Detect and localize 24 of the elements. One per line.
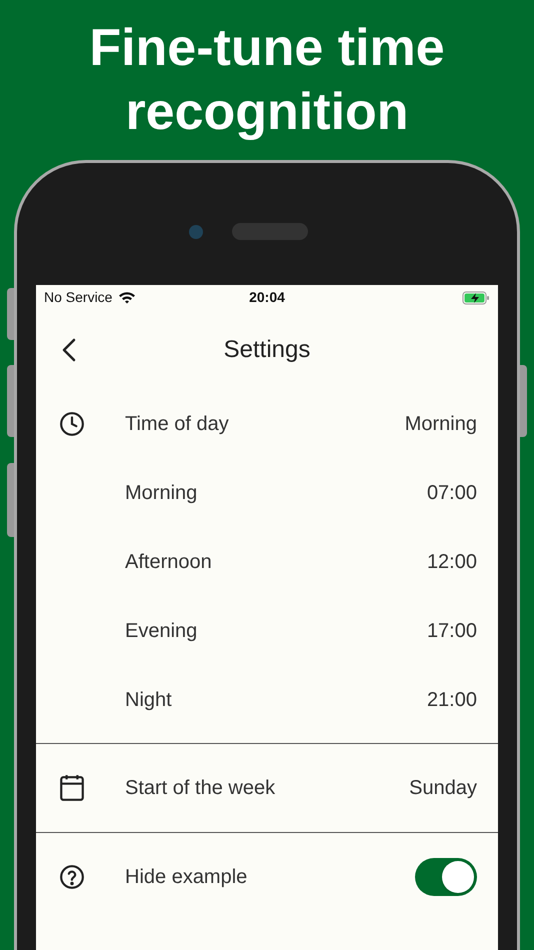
carrier-label: No Service [44, 288, 112, 307]
setting-value: 12:00 [426, 550, 477, 574]
setting-label: Morning [125, 480, 198, 506]
back-icon [62, 338, 76, 362]
setting-label: Evening [125, 618, 198, 644]
setting-label: Hide example [125, 865, 248, 890]
setting-value: 21:00 [426, 688, 477, 712]
headline: Fine-tune time recognition [88, 18, 446, 143]
toggle-switch[interactable] [415, 858, 477, 896]
setting-label: Night [125, 688, 173, 712]
screen-title: Settings [224, 335, 310, 365]
setting-label: Time of day [125, 412, 230, 437]
setting-value: 17:00 [426, 618, 477, 644]
clock-icon [58, 411, 84, 437]
help-icon [58, 864, 84, 890]
clock-time: 20:04 [249, 288, 285, 307]
setting-value: 07:00 [426, 480, 477, 506]
setting-label: Start of the week [125, 776, 276, 801]
wifi-icon [118, 291, 136, 304]
setting-value: Morning [404, 412, 477, 437]
camera-icon [189, 225, 203, 239]
calendar-icon [58, 774, 84, 802]
setting-label: Afternoon [125, 550, 213, 574]
setting-value: Sunday [409, 776, 477, 801]
